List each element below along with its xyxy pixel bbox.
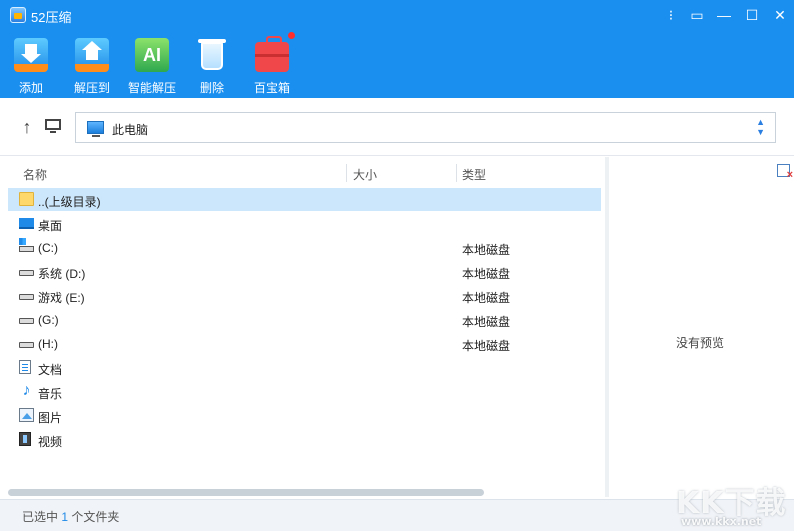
- table-row[interactable]: 视频: [8, 428, 601, 451]
- table-row[interactable]: 文档: [8, 356, 601, 379]
- delete-button[interactable]: 删除: [182, 34, 242, 98]
- horizontal-scrollbar[interactable]: [8, 489, 484, 496]
- drive-icon: [19, 342, 34, 348]
- drive-icon: [19, 270, 34, 276]
- row-type: 本地磁盘: [462, 315, 511, 329]
- no-preview-text: 没有预览: [676, 336, 725, 350]
- this-pc-icon: [87, 121, 104, 137]
- smart-extract-icon: AI: [135, 38, 169, 72]
- row-type: 本地磁盘: [462, 267, 511, 281]
- address-dropdown-icon[interactable]: ▲ ▼: [756, 117, 765, 137]
- table-row[interactable]: (C:) 本地磁盘: [8, 236, 601, 259]
- address-bar[interactable]: 此电脑 ▲ ▼: [75, 112, 776, 143]
- feedback-icon[interactable]: ▭: [684, 0, 710, 30]
- row-name: 图片: [38, 411, 63, 425]
- system-drive-icon: [19, 238, 34, 252]
- drive-icon: [19, 294, 34, 300]
- title-bar: 52压缩 ⁝ ▭ — ☐ ✕: [0, 0, 794, 30]
- window-controls: ⁝ ▭ — ☐ ✕: [658, 0, 794, 30]
- notification-dot: [288, 32, 295, 39]
- extract-icon: [75, 38, 109, 72]
- drive-icon: [19, 318, 34, 324]
- watermark-url: www.kkx.net: [681, 515, 762, 528]
- table-row[interactable]: 桌面: [8, 212, 601, 235]
- row-type: 本地磁盘: [462, 291, 511, 305]
- column-divider[interactable]: [456, 164, 457, 182]
- maximize-button[interactable]: ☐: [738, 0, 766, 30]
- row-name: 系统 (D:): [38, 267, 86, 281]
- table-row[interactable]: 图片: [8, 404, 601, 427]
- music-icon: ♪: [22, 382, 31, 399]
- folder-icon: [19, 192, 34, 206]
- close-button[interactable]: ✕: [766, 0, 794, 30]
- table-row[interactable]: (G:) 本地磁盘: [8, 308, 601, 331]
- pictures-icon: [19, 408, 34, 422]
- row-name: 音乐: [38, 387, 63, 401]
- row-type: 本地磁盘: [462, 243, 511, 257]
- row-name: 视频: [38, 435, 63, 449]
- menu-dots-icon[interactable]: ⁝: [658, 0, 684, 30]
- preview-pane: [609, 157, 794, 497]
- top-bar: 52压缩 ⁝ ▭ — ☐ ✕ 添加 解压到 AI 智能解压 删除 百宝箱: [0, 0, 794, 98]
- computer-icon[interactable]: [44, 118, 62, 134]
- video-icon: [19, 432, 31, 446]
- table-row[interactable]: (H:) 本地磁盘: [8, 332, 601, 355]
- row-name: 桌面: [38, 219, 63, 233]
- smart-extract-label: 智能解压: [127, 81, 176, 95]
- extract-to-button[interactable]: 解压到: [62, 34, 122, 98]
- row-name: (H:): [38, 337, 58, 351]
- toolbox-button[interactable]: 百宝箱: [242, 32, 302, 98]
- column-header-type[interactable]: 类型: [462, 166, 486, 183]
- add-label: 添加: [18, 81, 43, 95]
- close-preview-icon[interactable]: [777, 164, 793, 181]
- row-name: (G:): [38, 313, 59, 327]
- minimize-button[interactable]: —: [710, 0, 738, 30]
- toolbox-label: 百宝箱: [253, 81, 290, 95]
- table-row[interactable]: ..(上级目录): [8, 188, 601, 211]
- up-arrow-icon[interactable]: ↑: [17, 117, 37, 137]
- trash-icon: [195, 38, 229, 72]
- add-archive-icon: [14, 38, 48, 72]
- toolbar: 添加 解压到 AI 智能解压 删除 百宝箱: [0, 32, 302, 98]
- status-text: 已选中 1 个文件夹: [22, 510, 120, 524]
- address-text: 此电脑: [112, 123, 149, 137]
- table-row[interactable]: ♪ 音乐: [8, 380, 601, 403]
- table-row[interactable]: 游戏 (E:) 本地磁盘: [8, 284, 601, 307]
- extract-to-label: 解压到: [73, 81, 110, 95]
- toolbox-icon: [255, 32, 295, 72]
- documents-icon: [19, 360, 31, 374]
- column-divider[interactable]: [346, 164, 347, 182]
- column-header-name[interactable]: 名称: [23, 166, 47, 183]
- row-name: (C:): [38, 241, 58, 255]
- row-name: ..(上级目录): [38, 195, 101, 209]
- column-header-size[interactable]: 大小: [353, 166, 377, 183]
- app-title: 52压缩: [31, 10, 72, 25]
- row-name: 文档: [38, 363, 63, 377]
- row-type: 本地磁盘: [462, 339, 511, 353]
- row-name: 游戏 (E:): [38, 291, 85, 305]
- app-logo-icon: [10, 7, 26, 23]
- smart-extract-button[interactable]: AI 智能解压: [122, 34, 182, 98]
- table-row[interactable]: 系统 (D:) 本地磁盘: [8, 260, 601, 283]
- delete-label: 删除: [199, 81, 224, 95]
- desktop-icon: [19, 218, 34, 229]
- add-button[interactable]: 添加: [0, 34, 62, 98]
